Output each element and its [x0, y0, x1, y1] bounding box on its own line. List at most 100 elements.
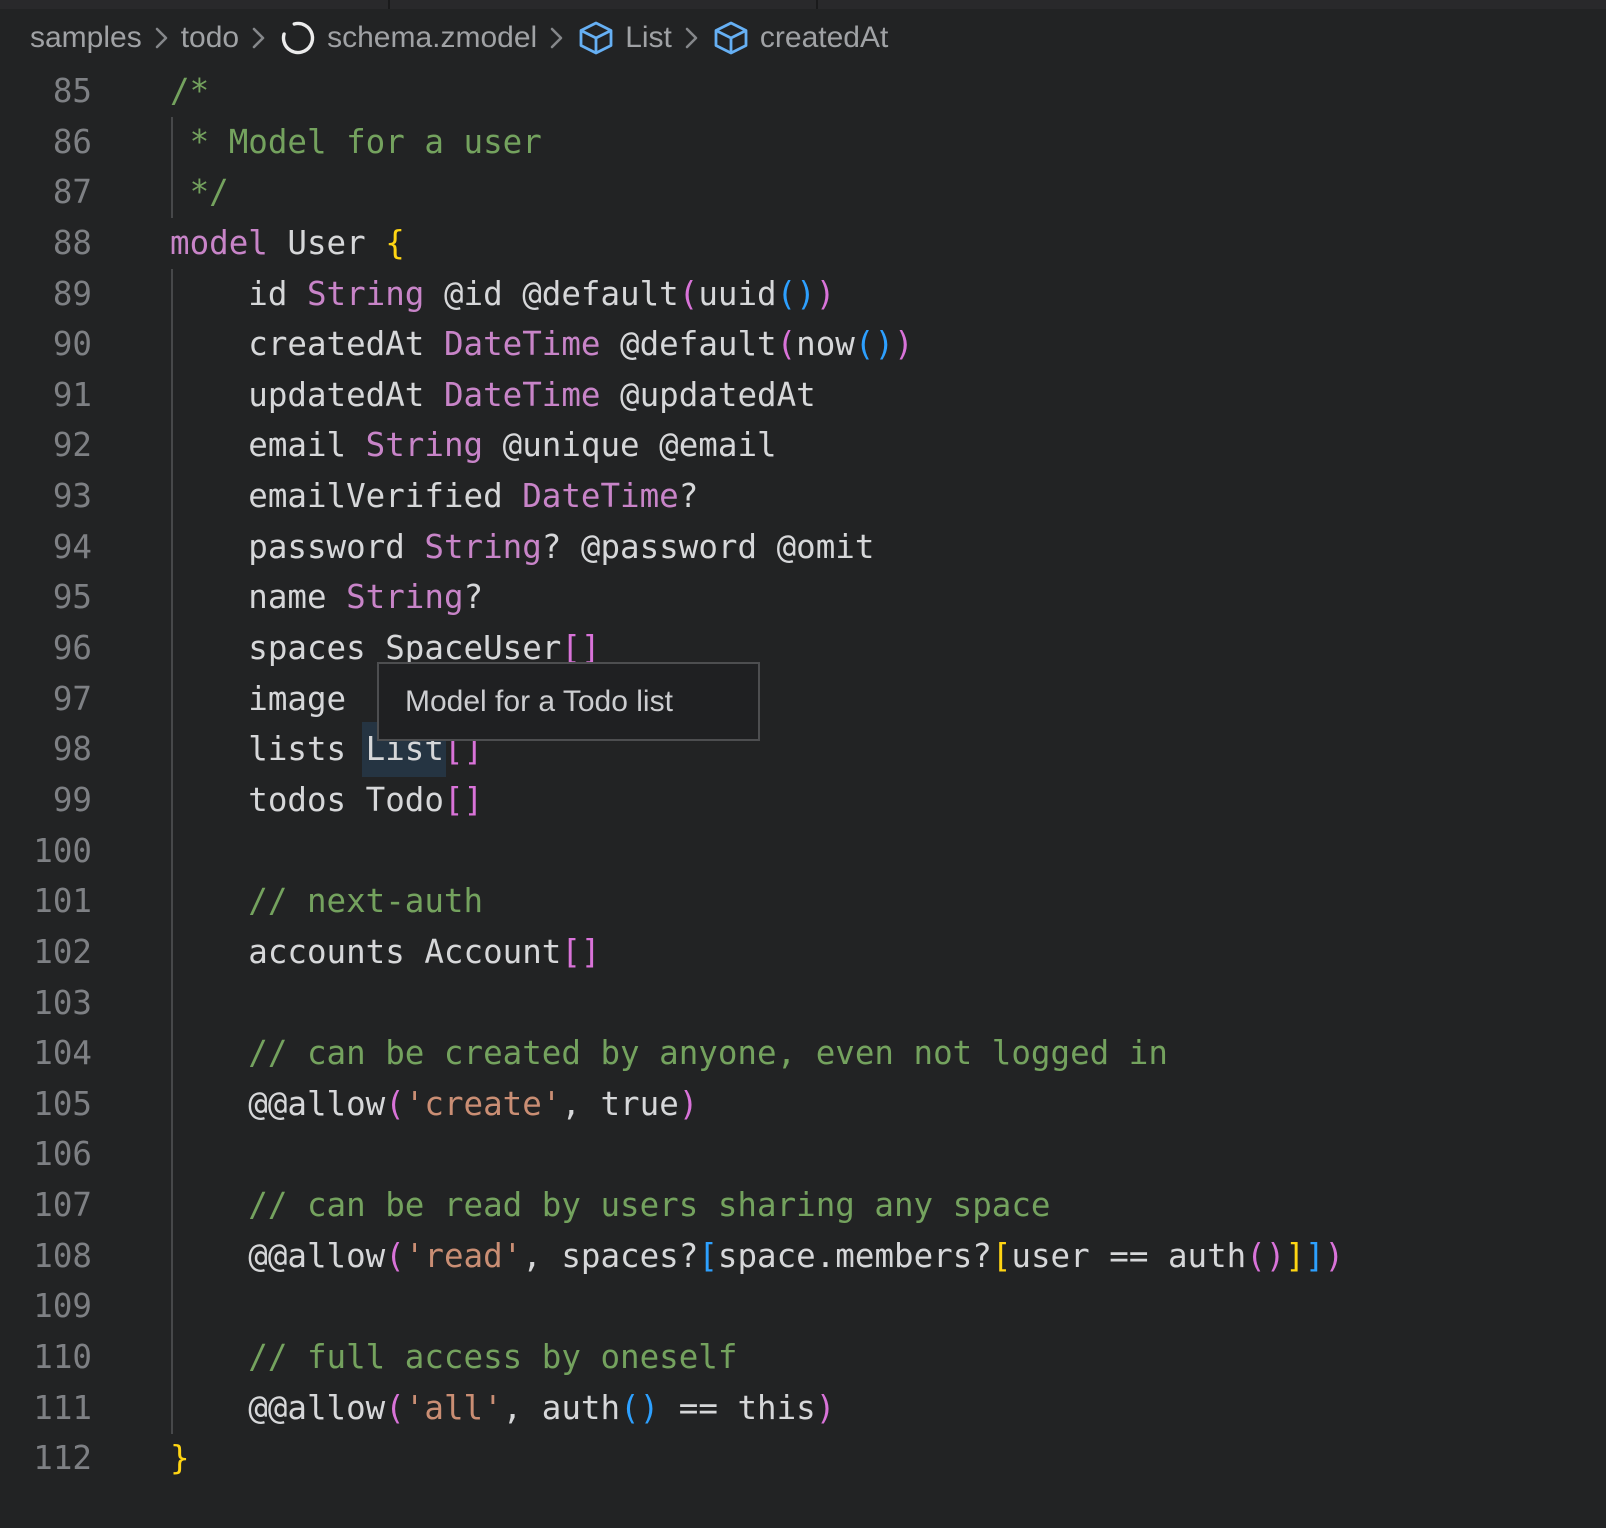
- tab-divider: [816, 0, 818, 9]
- code-line[interactable]: 100: [0, 826, 1606, 877]
- line-number[interactable]: 106: [0, 1129, 92, 1180]
- code-token: ): [816, 275, 836, 313]
- line-number[interactable]: 91: [0, 370, 92, 421]
- code-token: id: [170, 275, 307, 313]
- breadcrumb-item-todo[interactable]: todo: [181, 21, 239, 55]
- code-line[interactable]: 98 lists List[]: [0, 724, 1606, 775]
- code-token: @@allow: [170, 1389, 385, 1427]
- code-text: accounts Account[]: [170, 927, 600, 978]
- breadcrumb-item-createdat[interactable]: createdAt: [711, 19, 888, 57]
- line-number[interactable]: 85: [0, 66, 92, 117]
- code-line[interactable]: 110 // full access by oneself: [0, 1332, 1606, 1383]
- line-number[interactable]: 88: [0, 218, 92, 269]
- code-token: ?: [464, 578, 484, 616]
- code-line[interactable]: 103: [0, 978, 1606, 1029]
- breadcrumb-item-samples[interactable]: samples: [30, 21, 142, 55]
- code-token: @@allow: [170, 1237, 385, 1275]
- code-text: @@allow('create', true): [170, 1079, 698, 1130]
- line-number[interactable]: 109: [0, 1281, 92, 1332]
- code-line[interactable]: 91 updatedAt DateTime @updatedAt: [0, 370, 1606, 421]
- code-line[interactable]: 94 password String? @password @omit: [0, 522, 1606, 573]
- code-token: emailVerified: [170, 477, 522, 515]
- code-line[interactable]: 90 createdAt DateTime @default(now()): [0, 319, 1606, 370]
- code-line[interactable]: 99 todos Todo[]: [0, 775, 1606, 826]
- code-token: email: [170, 426, 366, 464]
- loading-spinner-icon: [278, 18, 318, 58]
- code-token: (: [385, 1237, 405, 1275]
- code-line[interactable]: 96 spaces SpaceUser[]: [0, 623, 1606, 674]
- code-token: model: [170, 224, 287, 262]
- code-token: , true: [561, 1085, 678, 1123]
- code-token: ]: [1285, 1237, 1305, 1275]
- line-number[interactable]: 87: [0, 167, 92, 218]
- line-number[interactable]: 112: [0, 1433, 92, 1484]
- code-line[interactable]: 89 id String @id @default(uuid()): [0, 269, 1606, 320]
- indent-guide: [171, 269, 173, 1434]
- line-number[interactable]: 96: [0, 623, 92, 674]
- breadcrumb-item-list[interactable]: List: [576, 19, 672, 57]
- code-token: ): [816, 1389, 836, 1427]
- code-token: , spaces?: [522, 1237, 698, 1275]
- line-number[interactable]: 107: [0, 1180, 92, 1231]
- code-editor[interactable]: 85/*86 * Model for a user87 */88model Us…: [0, 66, 1606, 1528]
- line-number[interactable]: 102: [0, 927, 92, 978]
- code-line[interactable]: 85 /*: [0, 66, 1606, 117]
- code-line[interactable]: 102 accounts Account[]: [0, 927, 1606, 978]
- code-line[interactable]: 109: [0, 1281, 1606, 1332]
- code-line[interactable]: 87 */: [0, 167, 1606, 218]
- code-line[interactable]: 92 email String @unique @email: [0, 420, 1606, 471]
- line-number[interactable]: 105: [0, 1079, 92, 1130]
- line-number[interactable]: 90: [0, 319, 92, 370]
- code-line[interactable]: 88model User {: [0, 218, 1606, 269]
- code-text: // full access by oneself: [170, 1332, 737, 1383]
- code-line[interactable]: 93 emailVerified DateTime?: [0, 471, 1606, 522]
- line-number[interactable]: 89: [0, 269, 92, 320]
- line-number[interactable]: 99: [0, 775, 92, 826]
- line-number[interactable]: 104: [0, 1028, 92, 1079]
- line-number[interactable]: 92: [0, 420, 92, 471]
- line-number[interactable]: 110: [0, 1332, 92, 1383]
- code-token: todos Todo: [170, 781, 444, 819]
- code-text: @@allow('all', auth() == this): [170, 1383, 835, 1434]
- code-line[interactable]: 105 @@allow('create', true): [0, 1079, 1606, 1130]
- code-text: image: [170, 674, 346, 725]
- line-number[interactable]: 93: [0, 471, 92, 522]
- code-line[interactable]: 104 // can be created by anyone, even no…: [0, 1028, 1606, 1079]
- code-token: String: [424, 528, 541, 566]
- code-line[interactable]: 95 name String?: [0, 572, 1606, 623]
- line-number[interactable]: 97: [0, 674, 92, 725]
- code-line[interactable]: 107 // can be read by users sharing any …: [0, 1180, 1606, 1231]
- breadcrumb-item-schema-zmodel[interactable]: schema.zmodel: [278, 18, 537, 58]
- code-token: now: [796, 325, 855, 363]
- breadcrumb-label: createdAt: [760, 21, 888, 55]
- code-token: (): [1246, 1237, 1285, 1275]
- line-number[interactable]: 103: [0, 978, 92, 1029]
- tooltip-text: Model for a Todo list: [405, 685, 673, 719]
- code-token: (: [385, 1389, 405, 1427]
- line-number[interactable]: 98: [0, 724, 92, 775]
- code-token: // next-auth: [170, 882, 483, 920]
- code-line[interactable]: 111 @@allow('all', auth() == this): [0, 1383, 1606, 1434]
- line-number[interactable]: 111: [0, 1383, 92, 1434]
- code-token: []: [444, 781, 483, 819]
- code-line[interactable]: 106: [0, 1129, 1606, 1180]
- line-number[interactable]: 94: [0, 522, 92, 573]
- code-line[interactable]: 101 // next-auth: [0, 876, 1606, 927]
- code-line[interactable]: 97 image: [0, 674, 1606, 725]
- hover-tooltip: Model for a Todo list: [377, 662, 760, 741]
- code-token: createdAt: [170, 325, 444, 363]
- code-token: /*: [170, 72, 209, 110]
- line-number[interactable]: 108: [0, 1231, 92, 1282]
- code-token: accounts Account: [170, 933, 561, 971]
- line-number[interactable]: 101: [0, 876, 92, 927]
- breadcrumb-label: List: [625, 21, 672, 55]
- line-number[interactable]: 100: [0, 826, 92, 877]
- code-token: ]: [1305, 1237, 1325, 1275]
- code-line[interactable]: 86 * Model for a user: [0, 117, 1606, 168]
- code-line[interactable]: 112}: [0, 1433, 1606, 1484]
- code-token: uuid: [698, 275, 776, 313]
- line-number[interactable]: 95: [0, 572, 92, 623]
- breadcrumb: samples todo schema.zmodel List createdAt: [0, 9, 1606, 66]
- code-line[interactable]: 108 @@allow('read', spaces?[space.member…: [0, 1231, 1606, 1282]
- line-number[interactable]: 86: [0, 117, 92, 168]
